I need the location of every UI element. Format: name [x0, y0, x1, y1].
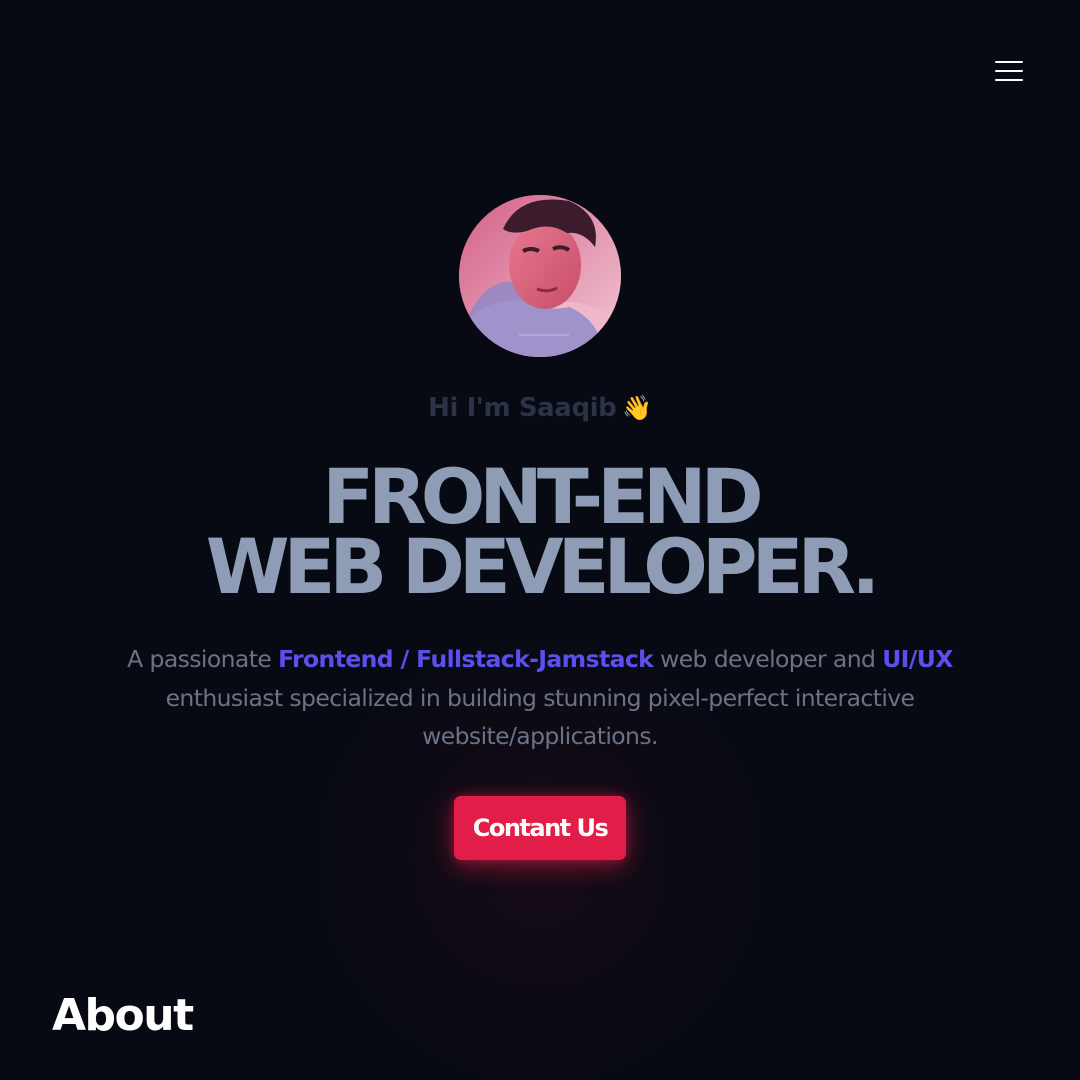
description-part-3: enthusiast specialized in building stunn…: [165, 683, 915, 751]
about-section-title: About: [52, 990, 194, 1041]
waving-hand-icon: 👋: [622, 394, 652, 422]
page-title: FRONT-END WEB DEVELOPER.: [0, 459, 1080, 611]
menu-bar-top: [995, 61, 1023, 63]
menu-bar-middle: [995, 70, 1023, 72]
contact-us-button[interactable]: Contant Us: [454, 796, 626, 860]
hero-description: A passionate Frontend / Fullstack-Jamsta…: [100, 640, 980, 756]
greeting-text: Hi I'm Saaqib: [428, 393, 617, 423]
description-part-2: web developer and: [653, 645, 883, 673]
menu-bar-bottom: [995, 79, 1023, 81]
greeting: Hi I'm Saaqib 👋: [0, 393, 1080, 423]
hamburger-menu-icon[interactable]: [990, 57, 1028, 85]
avatar: [459, 195, 621, 357]
description-highlight-frontend: Frontend / Fullstack-Jamstack: [278, 645, 654, 673]
description-part-1: A passionate: [127, 645, 279, 673]
page: Hi I'm Saaqib 👋 FRONT-END WEB DEVELOPER. …: [0, 0, 1080, 1080]
headline-line-2: WEB DEVELOPER.: [205, 522, 881, 611]
profile-photo-icon: [459, 195, 621, 357]
description-highlight-uiux: UI/UX: [882, 645, 953, 673]
